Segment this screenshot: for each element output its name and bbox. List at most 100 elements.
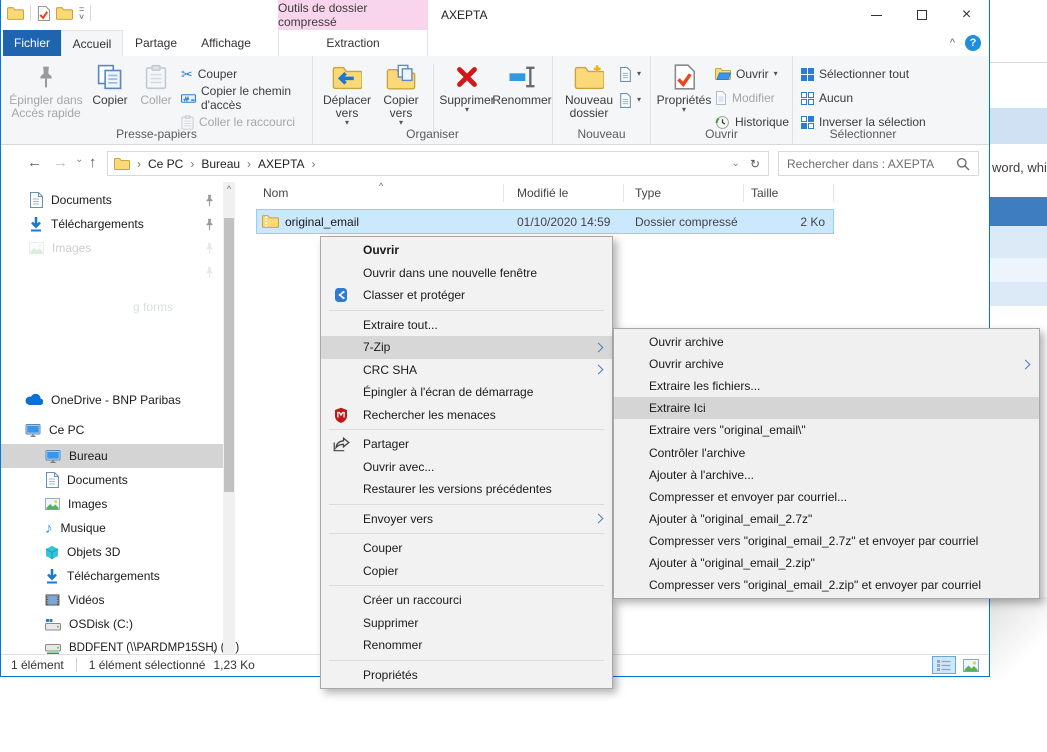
submenu-item-compresser-zip-courriel[interactable]: Compresser vers "original_email_2.zip" e…: [614, 574, 1039, 596]
menu-item-rechercher-menaces[interactable]: Rechercher les menaces: [321, 404, 612, 427]
menu-item-epingler-demarrage[interactable]: Épingler à l'écran de démarrage: [321, 381, 612, 404]
sidebar-item-bureau[interactable]: Bureau: [1, 444, 223, 468]
edit-button[interactable]: Modifier: [715, 88, 775, 108]
help-icon[interactable]: ?: [965, 35, 981, 51]
menu-item-restaurer-versions[interactable]: Restaurer les versions précédentes: [321, 478, 612, 501]
thumbnails-view-button[interactable]: [959, 656, 983, 674]
pin-icon[interactable]: [204, 218, 215, 231]
search-icon[interactable]: [956, 157, 970, 171]
sidebar-item-objets-3d[interactable]: Objets 3D: [1, 540, 223, 564]
sidebar-item-documents-quick[interactable]: Documents: [1, 188, 223, 212]
address-dropdown-icon[interactable]: ⌄: [732, 158, 740, 169]
menu-item-crc-sha[interactable]: CRC SHA: [321, 359, 612, 382]
forward-icon[interactable]: →: [53, 154, 68, 171]
address-bar[interactable]: › Ce PC › Bureau › AXEPTA › ⌄ ↻: [107, 151, 769, 176]
breadcrumb-ce-pc[interactable]: Ce PC: [148, 157, 183, 171]
menu-item-couper[interactable]: Couper: [321, 537, 612, 560]
breadcrumb-axepta[interactable]: AXEPTA: [258, 157, 304, 171]
new-folder-button[interactable]: Nouveau dossier: [561, 60, 617, 120]
up-icon[interactable]: ↑: [89, 154, 97, 171]
back-icon[interactable]: ←: [27, 154, 42, 171]
tab-partage[interactable]: Partage: [127, 30, 185, 56]
copy-path-button[interactable]: Copier le chemin d'accès: [181, 88, 312, 108]
menu-item-extraire-tout[interactable]: Extraire tout...: [321, 314, 612, 337]
paste-button[interactable]: Coller: [135, 60, 177, 107]
scrollbar-thumb[interactable]: [224, 218, 234, 492]
menu-item-ouvrir-nouvelle-fenetre[interactable]: Ouvrir dans une nouvelle fenêtre: [321, 262, 612, 285]
maximize-button[interactable]: [899, 0, 944, 30]
menu-separator: [329, 429, 604, 430]
menu-item-renommer[interactable]: Renommer: [321, 634, 612, 657]
easy-access-button[interactable]: ▾: [619, 90, 641, 110]
folder-icon[interactable]: [56, 6, 73, 21]
pin-quick-access-button[interactable]: Épingler dans Accès rapide: [9, 60, 83, 120]
sidebar-item-telechargements[interactable]: Téléchargements: [1, 564, 223, 588]
submenu-item-ajouter-7z[interactable]: Ajouter à "original_email_2.7z": [614, 508, 1039, 530]
minimize-button[interactable]: [854, 0, 899, 30]
submenu-item-extraire-ici[interactable]: Extraire Ici: [614, 397, 1039, 419]
file-row-original-email[interactable]: original_email 01/10/2020 14:59 Dossier …: [256, 209, 834, 234]
sidebar-item-ce-pc[interactable]: Ce PC: [1, 418, 223, 442]
sidebar-item-images[interactable]: Images: [1, 492, 223, 516]
sidebar-item-videos[interactable]: Vidéos: [1, 588, 223, 612]
customize-toolbar-icon[interactable]: =˅: [79, 5, 84, 21]
properties-icon[interactable]: [37, 6, 50, 21]
submenu-item-ouvrir-archive-2[interactable]: Ouvrir archive: [614, 353, 1039, 375]
search-input[interactable]: Rechercher dans : AXEPTA: [778, 151, 979, 176]
menu-item-ouvrir-avec[interactable]: Ouvrir avec...: [321, 456, 612, 479]
close-button[interactable]: ×: [944, 0, 989, 30]
menu-item-classer-proteger[interactable]: Classer et protéger: [321, 284, 612, 307]
select-none-button[interactable]: Aucun: [801, 88, 853, 108]
details-view-button[interactable]: [932, 656, 956, 674]
background-text: word, which: [992, 160, 1047, 175]
sidebar-item-documents[interactable]: Documents: [1, 468, 223, 492]
tab-accueil[interactable]: Accueil: [61, 30, 123, 56]
submenu-item-ajouter-zip[interactable]: Ajouter à "original_email_2.zip": [614, 552, 1039, 574]
copy-to-button[interactable]: Copier vers ▾: [375, 60, 427, 126]
submenu-item-controler-archive[interactable]: Contrôler l'archive: [614, 441, 1039, 463]
tab-affichage[interactable]: Affichage: [193, 30, 259, 56]
collapse-ribbon-icon[interactable]: ^: [950, 37, 955, 49]
edit-icon: [715, 91, 727, 105]
history-dropdown-icon[interactable]: ⌄: [75, 154, 83, 165]
tab-fichier[interactable]: Fichier: [3, 30, 61, 56]
breadcrumb-bureau[interactable]: Bureau: [201, 157, 240, 171]
menu-item-partager[interactable]: Partager: [321, 433, 612, 456]
menu-item-creer-raccourci[interactable]: Créer un raccourci: [321, 589, 612, 612]
refresh-icon[interactable]: ↻: [750, 157, 760, 171]
menu-item-proprietes[interactable]: Propriétés: [321, 664, 612, 687]
submenu-item-extraire-vers[interactable]: Extraire vers "original_email\": [614, 419, 1039, 441]
sidebar-item-musique[interactable]: ♪ Musique: [1, 516, 223, 540]
cut-button[interactable]: ✂ Couper: [181, 64, 237, 84]
submenu-item-compresser-7z-courriel[interactable]: Compresser vers "original_email_2.7z" et…: [614, 530, 1039, 552]
tab-extraction[interactable]: Extraction: [278, 30, 428, 56]
delete-button[interactable]: Supprimer ▾: [437, 60, 497, 113]
menu-item-supprimer[interactable]: Supprimer: [321, 612, 612, 635]
sidebar-scrollbar[interactable]: ^: [223, 182, 235, 654]
menu-item-7zip[interactable]: 7-Zip: [321, 336, 612, 359]
sidebar-item-onedrive[interactable]: OneDrive - BNP Paribas: [1, 388, 223, 412]
sidebar-item-osdisk[interactable]: OSDisk (C:): [1, 612, 223, 636]
folder-icon[interactable]: [7, 6, 24, 21]
collapse-icon[interactable]: ⌄: [209, 642, 218, 655]
move-to-button[interactable]: Déplacer vers ▾: [321, 60, 373, 126]
menu-item-envoyer-vers[interactable]: Envoyer vers: [321, 508, 612, 531]
submenu-item-ouvrir-archive[interactable]: Ouvrir archive: [614, 331, 1039, 353]
share-icon: [331, 437, 351, 452]
submenu-item-compresser-courriel[interactable]: Compresser et envoyer par courriel...: [614, 486, 1039, 508]
pin-icon[interactable]: [204, 194, 215, 207]
submenu-item-ajouter-archive[interactable]: Ajouter à l'archive...: [614, 464, 1039, 486]
open-button[interactable]: Ouvrir ▾: [715, 64, 778, 84]
sidebar-item-downloads-quick[interactable]: Téléchargements: [1, 212, 223, 236]
rename-button[interactable]: Renommer: [491, 60, 553, 107]
copy-button[interactable]: Copier: [87, 60, 133, 107]
select-all-button[interactable]: Sélectionner tout: [801, 64, 909, 84]
desktop-screenshot: word, which =˅ Outils de dossier compres…: [0, 0, 1047, 752]
submenu-item-extraire-fichiers[interactable]: Extraire les fichiers...: [614, 375, 1039, 397]
properties-button[interactable]: Propriétés ▾: [656, 60, 712, 113]
new-item-button[interactable]: ▾: [619, 64, 641, 84]
group-clipboard: Épingler dans Accès rapide Copier Coller…: [1, 56, 313, 144]
scroll-up-icon[interactable]: ^: [223, 184, 235, 194]
menu-item-copier[interactable]: Copier: [321, 560, 612, 583]
menu-item-ouvrir[interactable]: Ouvrir: [321, 239, 612, 262]
